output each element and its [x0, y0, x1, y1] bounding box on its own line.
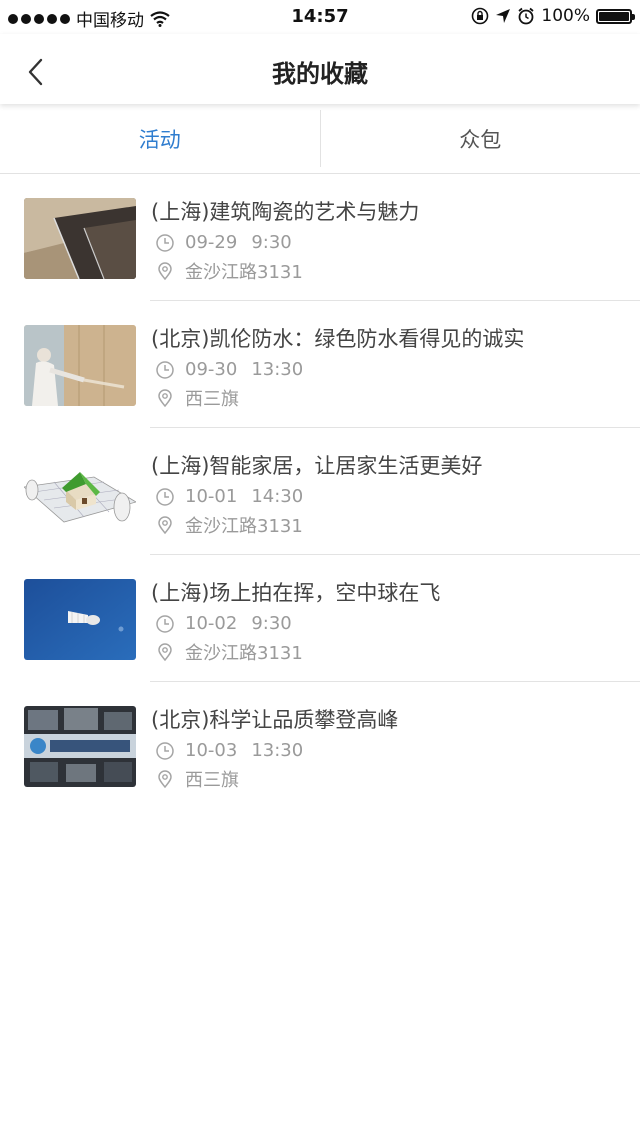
item-date: 09-29 — [185, 232, 238, 253]
battery-icon — [596, 8, 635, 24]
tab-activities[interactable]: 活动 — [0, 104, 320, 173]
clock-icon — [155, 360, 175, 380]
item-location-row: 西三旗 — [155, 766, 239, 792]
item-date: 10-01 — [185, 486, 238, 507]
item-time-row: 10-01 14:30 — [155, 486, 303, 507]
list-item[interactable]: (北京)科学让品质攀登高峰 10-03 13:30 西三旗 — [0, 682, 640, 809]
favorites-list: (上海)建筑陶瓷的艺术与魅力 09-29 9:30 金沙江路3131 (北京)凯… — [0, 174, 640, 809]
item-date: 10-02 — [185, 613, 238, 634]
house-on-blueprints-image — [24, 452, 136, 533]
item-date: 09-30 — [185, 359, 238, 380]
item-title: (上海)建筑陶瓷的艺术与魅力 — [151, 200, 420, 224]
clock-icon — [155, 741, 175, 761]
item-location-row: 金沙江路3131 — [155, 258, 303, 284]
item-time-row: 10-03 13:30 — [155, 740, 303, 761]
location-pin-icon — [155, 769, 175, 789]
nav-bar: 我的收藏 — [0, 34, 640, 104]
item-location: 金沙江路3131 — [185, 516, 303, 537]
item-date: 10-03 — [185, 740, 238, 761]
list-item[interactable]: (上海)建筑陶瓷的艺术与魅力 09-29 9:30 金沙江路3131 — [0, 174, 640, 301]
item-time: 9:30 — [251, 613, 292, 634]
item-title: (上海)智能家居，让居家生活更美好 — [151, 454, 483, 478]
alarm-icon — [518, 7, 534, 25]
item-time: 9:30 — [251, 232, 292, 253]
item-time: 14:30 — [251, 486, 304, 507]
status-bar: 中国移动 14:57 100% — [0, 0, 640, 34]
item-time: 13:30 — [251, 359, 304, 380]
item-location: 金沙江路3131 — [185, 262, 303, 283]
location-pin-icon — [155, 388, 175, 408]
orientation-lock-icon — [472, 7, 489, 25]
clock-icon — [155, 614, 175, 634]
item-title: (北京)凯伦防水：绿色防水看得见的诚实 — [151, 327, 525, 351]
battery-percent: 100% — [541, 6, 590, 26]
location-pin-icon — [155, 515, 175, 535]
ceramic-tiles-image — [24, 198, 136, 279]
tab-bar: 活动 众包 — [0, 104, 640, 174]
item-location-row: 金沙江路3131 — [155, 639, 303, 665]
item-location-row: 金沙江路3131 — [155, 512, 303, 538]
item-title: (北京)科学让品质攀登高峰 — [151, 708, 399, 732]
item-time-row: 09-29 9:30 — [155, 232, 292, 253]
list-item[interactable]: (上海)智能家居，让居家生活更美好 10-01 14:30 金沙江路3131 — [0, 428, 640, 555]
item-title: (上海)场上拍在挥，空中球在飞 — [151, 581, 441, 605]
shuttlecock-sky-image — [24, 579, 136, 660]
item-time-row: 10-02 9:30 — [155, 613, 292, 634]
item-location: 西三旗 — [185, 389, 239, 410]
list-item[interactable]: (上海)场上拍在挥，空中球在飞 10-02 9:30 金沙江路3131 — [0, 555, 640, 682]
item-location-row: 西三旗 — [155, 385, 239, 411]
tech-screens-image — [24, 706, 136, 787]
location-pin-icon — [155, 642, 175, 662]
item-time: 13:30 — [251, 740, 304, 761]
worker-spraying-wall-image — [24, 325, 136, 406]
item-location: 金沙江路3131 — [185, 643, 303, 664]
page-title: 我的收藏 — [272, 60, 368, 88]
location-pin-icon — [155, 261, 175, 281]
item-location: 西三旗 — [185, 770, 239, 791]
item-time-row: 09-30 13:30 — [155, 359, 303, 380]
tab-crowdsourcing[interactable]: 众包 — [321, 104, 640, 173]
clock-icon — [155, 233, 175, 253]
location-arrow-icon — [496, 9, 511, 23]
clock-icon — [155, 487, 175, 507]
list-item[interactable]: (北京)凯伦防水：绿色防水看得见的诚实 09-30 13:30 西三旗 — [0, 301, 640, 428]
status-right: 100% — [471, 6, 635, 26]
